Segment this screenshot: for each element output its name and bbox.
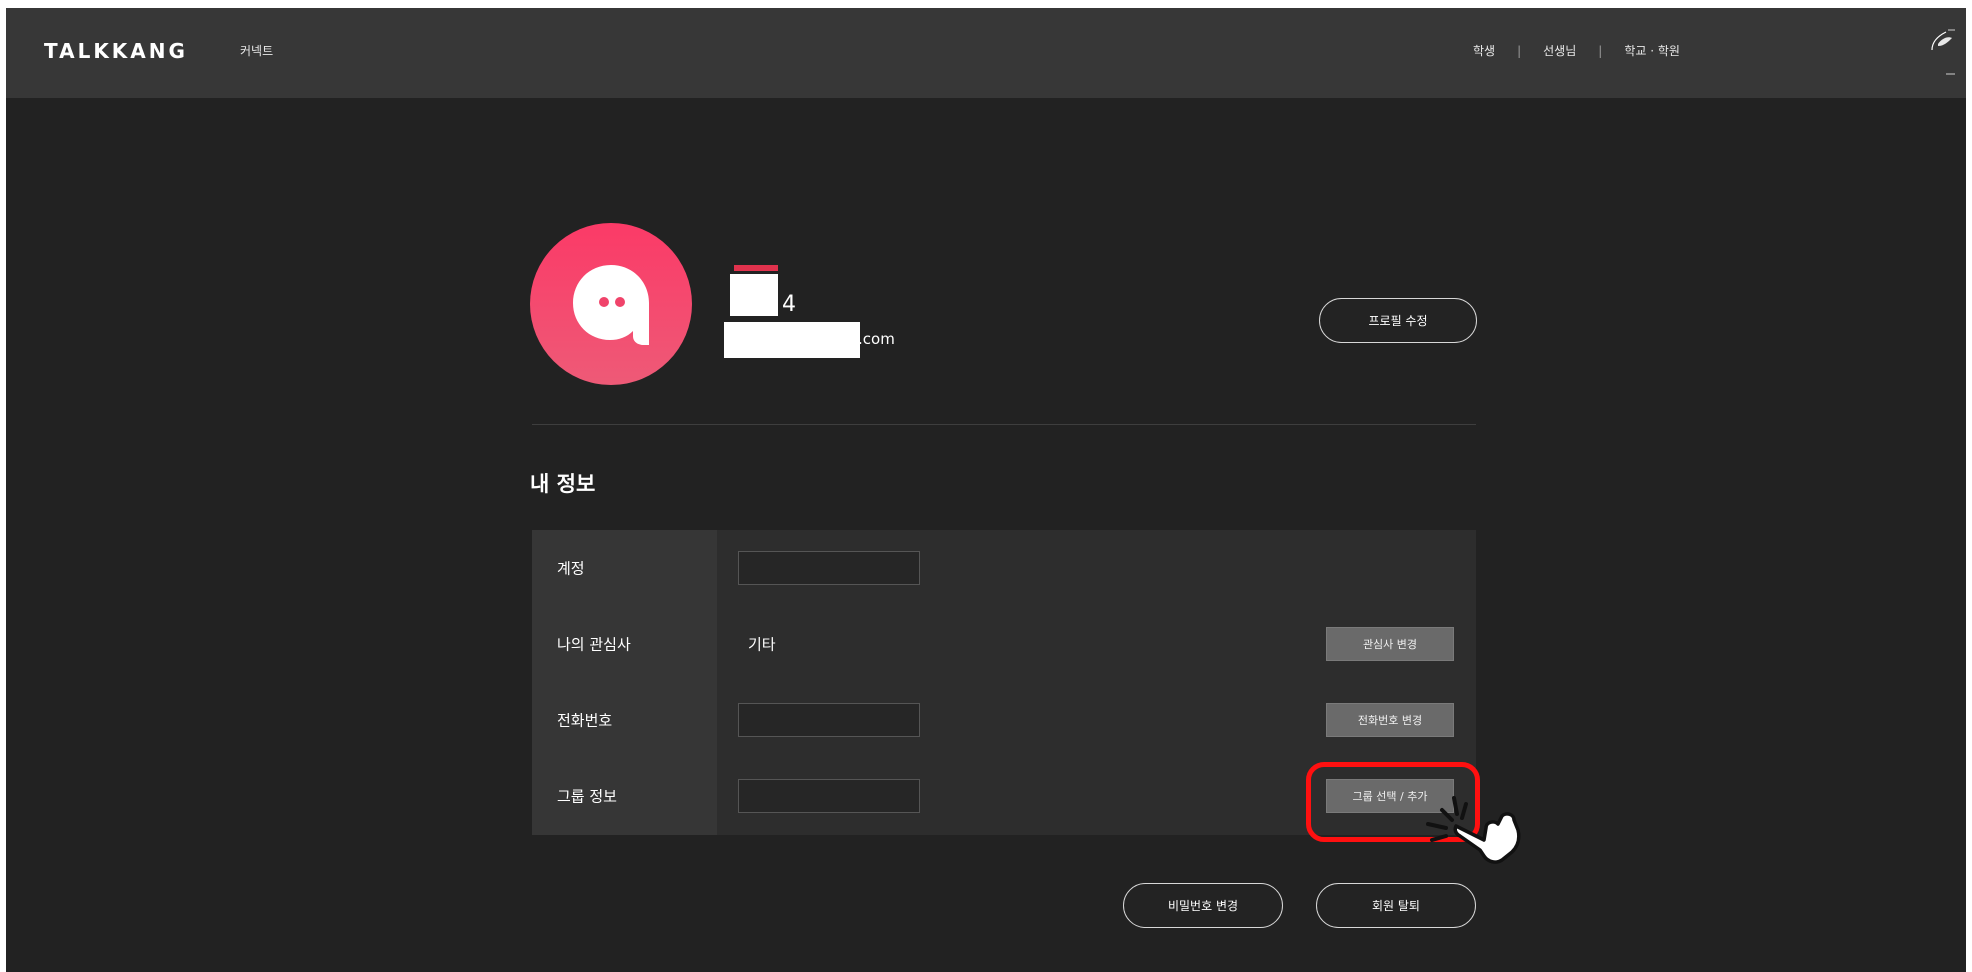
nav-connect[interactable]: 커넥트 — [240, 42, 273, 59]
group-field[interactable] — [738, 779, 920, 813]
account-field[interactable] — [738, 551, 920, 585]
nav-separator: | — [1517, 43, 1522, 58]
info-row-phone: 전화번호 전화번호 변경 — [532, 682, 1476, 758]
hand-pointer-click-icon — [1426, 796, 1521, 864]
info-label: 계정 — [557, 559, 585, 578]
info-label: 나의 관심사 — [557, 635, 631, 654]
interest-value: 기타 — [748, 635, 776, 654]
nav-teacher[interactable]: 선생님 — [1543, 42, 1576, 59]
change-interest-button[interactable]: 관심사 변경 — [1326, 627, 1454, 661]
info-row-interest: 나의 관심사 기타 관심사 변경 — [532, 606, 1476, 682]
change-password-button[interactable]: 비밀번호 변경 — [1123, 883, 1283, 928]
top-header: TALKKANG 커넥트 학생 | 선생님 | 학교 · 학원 — [6, 8, 1966, 98]
info-label: 전화번호 — [557, 711, 613, 730]
profile-name: 4 — [782, 292, 796, 317]
phone-field[interactable] — [738, 703, 920, 737]
name-accent-bar — [734, 265, 778, 271]
user-avatar-icon[interactable] — [1928, 24, 1956, 78]
redacted-email — [724, 322, 860, 358]
section-title: 내 정보 — [530, 472, 596, 496]
talkkang-logo[interactable]: TALKKANG — [44, 39, 188, 63]
info-label: 그룹 정보 — [557, 787, 617, 806]
nav-separator: | — [1598, 43, 1603, 58]
change-phone-button[interactable]: 전화번호 변경 — [1326, 703, 1454, 737]
edit-profile-button[interactable]: 프로필 수정 — [1319, 298, 1477, 343]
profile-avatar-icon — [530, 223, 692, 385]
info-row-account: 계정 — [532, 530, 1476, 606]
withdraw-button[interactable]: 회원 탈퇴 — [1316, 883, 1476, 928]
nav-student[interactable]: 학생 — [1473, 42, 1495, 59]
redacted-name — [730, 274, 778, 316]
nav-school-academy[interactable]: 학교 · 학원 — [1624, 42, 1680, 59]
section-divider — [532, 424, 1476, 425]
top-nav: 학생 | 선생님 | 학교 · 학원 — [1473, 42, 1680, 59]
app-window: TALKKANG 커넥트 학생 | 선생님 | 학교 · 학원 4 .com 프… — [6, 8, 1966, 972]
profile-email: .com — [858, 330, 895, 348]
